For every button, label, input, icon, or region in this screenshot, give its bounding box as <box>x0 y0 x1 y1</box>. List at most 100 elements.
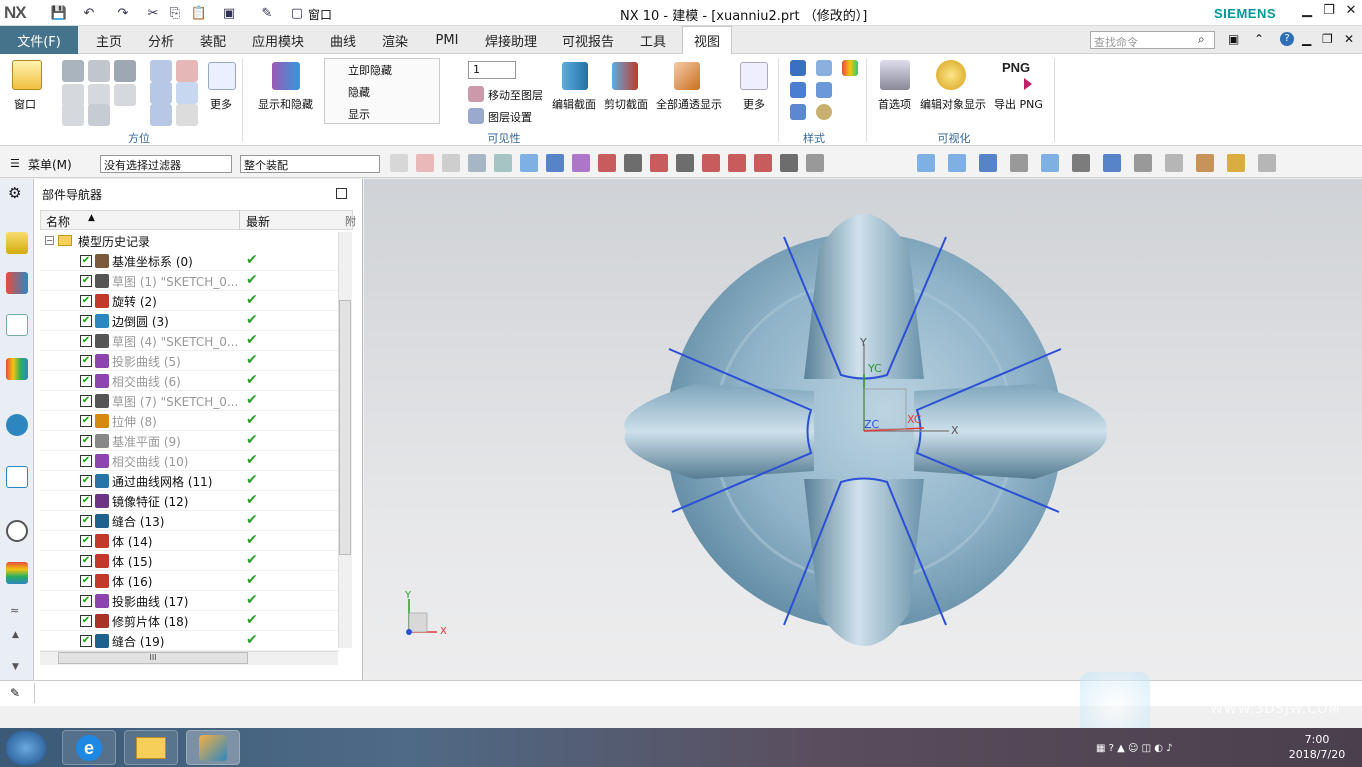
constraint-navigator-icon[interactable] <box>6 272 28 294</box>
tab-curve[interactable]: 曲线 <box>320 26 366 54</box>
tree-row[interactable]: ✔ 投影曲线 (17) ✔ <box>40 591 340 611</box>
copy-icon[interactable]: ⎘ <box>166 4 184 22</box>
quadrant-icon[interactable] <box>728 154 746 172</box>
view-left-icon[interactable] <box>62 84 84 106</box>
visibility-checkbox[interactable]: ✔ <box>80 255 92 267</box>
feature-label[interactable]: 投影曲线 (17) <box>112 593 238 610</box>
window-icon-large[interactable] <box>12 60 42 90</box>
feature-label[interactable]: 镜像特征 (12) <box>112 493 238 510</box>
feature-label[interactable]: 草图 (7) "SKETCH_0... <box>112 393 238 410</box>
more-orient-icon[interactable] <box>208 62 236 90</box>
edge-display-icon[interactable] <box>1103 154 1121 172</box>
face-select-icon[interactable] <box>520 154 538 172</box>
fit-view-icon[interactable] <box>948 154 966 172</box>
tree-row[interactable]: ✔ 修剪片体 (18) ✔ <box>40 611 340 631</box>
tree-row[interactable]: ✔ 草图 (7) "SKETCH_0... ✔ <box>40 391 340 411</box>
redo-icon[interactable]: ↷ <box>114 4 132 22</box>
hide-now-label[interactable]: 立即隐藏 <box>348 62 392 78</box>
scroll-up-icon[interactable]: ▲ <box>12 630 19 640</box>
hide-label[interactable]: 隐藏 <box>348 84 370 100</box>
existing-point-icon[interactable] <box>780 154 798 172</box>
scroll-down-icon[interactable]: ▼ <box>12 662 19 672</box>
curve-select-icon[interactable] <box>598 154 616 172</box>
layer-settings-label[interactable]: 图层设置 <box>488 109 532 125</box>
tray-icons[interactable]: ▦ ? ▲ ☺ ◫ ◐ ♪ <box>1096 743 1173 754</box>
collapse-ribbon-icon[interactable]: ⌃ <box>1254 32 1264 46</box>
pan-icon[interactable] <box>150 82 172 104</box>
feature-label[interactable]: 基准坐标系 (0) <box>112 253 238 270</box>
tree-row[interactable]: ✔ 通过曲线网格 (11) ✔ <box>40 471 340 491</box>
show-hide-label[interactable]: 显示和隐藏 <box>258 96 313 112</box>
paste-icon[interactable]: 📋 <box>190 4 208 22</box>
layer-icon[interactable] <box>1227 154 1245 172</box>
gear-icon[interactable]: ⚙ <box>8 184 21 202</box>
part-navigator-icon[interactable] <box>6 314 28 336</box>
snap-point-icon[interactable] <box>390 154 408 172</box>
edit-section-label[interactable]: 编辑截面 <box>552 96 596 112</box>
fullscreen-icon[interactable]: ▣ <box>1228 32 1239 46</box>
visibility-checkbox[interactable]: ✔ <box>80 455 92 467</box>
feature-label[interactable]: 相交曲线 (6) <box>112 373 238 390</box>
show-label[interactable]: 显示 <box>348 106 370 122</box>
clip-section-label[interactable]: 剪切截面 <box>604 96 648 112</box>
reuse-library-icon[interactable] <box>6 358 28 380</box>
body-select-icon[interactable] <box>546 154 564 172</box>
menu-button[interactable]: 菜单(M) <box>28 156 72 173</box>
style-wireframe-icon[interactable] <box>790 82 806 98</box>
tab-view[interactable]: 视图 <box>682 26 732 54</box>
box-select-icon[interactable] <box>494 154 512 172</box>
ie-taskbar-icon[interactable]: e <box>62 730 116 765</box>
visibility-checkbox[interactable]: ✔ <box>80 335 92 347</box>
col-name-header[interactable]: 名称 <box>46 213 70 230</box>
view-trimetric-icon[interactable] <box>88 104 110 126</box>
visibility-checkbox[interactable]: ✔ <box>80 375 92 387</box>
tree-row[interactable]: ✔ 草图 (1) "SKETCH_0... ✔ <box>40 271 340 291</box>
model-canvas[interactable] <box>364 179 1362 680</box>
tab-tools[interactable]: 工具 <box>630 26 676 54</box>
undo-icon[interactable]: ↶ <box>80 4 98 22</box>
edit-object-display-label[interactable]: 编辑对象显示 <box>920 96 986 112</box>
style-face-icon[interactable] <box>790 104 806 120</box>
restore-button[interactable]: ❐ <box>1318 3 1340 23</box>
horizontal-scroll-thumb[interactable]: III <box>58 652 248 664</box>
minimize-button[interactable]: ▁ <box>1296 3 1318 23</box>
refresh-view-icon[interactable] <box>979 154 997 172</box>
tree-row[interactable]: ✔ 缝合 (19) ✔ <box>40 631 340 651</box>
edge-select-icon[interactable] <box>468 154 486 172</box>
center-icon[interactable] <box>702 154 720 172</box>
select-all-icon[interactable] <box>416 154 434 172</box>
window-icon[interactable]: ▢ <box>288 4 306 22</box>
visibility-checkbox[interactable]: ✔ <box>80 415 92 427</box>
save-icon[interactable]: 💾 <box>50 4 68 22</box>
view-orient-icon[interactable] <box>917 154 935 172</box>
vertical-scroll-thumb[interactable] <box>339 300 351 555</box>
all-through-label[interactable]: 全部通透显示 <box>656 96 722 112</box>
tangent-icon[interactable] <box>624 154 642 172</box>
assembly-navigator-icon[interactable] <box>6 232 28 254</box>
info-icon[interactable] <box>6 414 28 436</box>
tree-row[interactable]: ✔ 相交曲线 (10) ✔ <box>40 451 340 471</box>
intersection-icon[interactable] <box>650 154 668 172</box>
feature-label[interactable]: 通过曲线网格 (11) <box>112 473 238 490</box>
feature-label[interactable]: 体 (16) <box>112 573 238 590</box>
view-front-icon[interactable] <box>62 60 84 82</box>
feature-label[interactable]: 边倒圆 (3) <box>112 313 238 330</box>
visibility-checkbox[interactable]: ✔ <box>80 295 92 307</box>
collapse-tree-icon[interactable]: − <box>45 236 54 245</box>
tree-row[interactable]: ✔ 基准平面 (9) ✔ <box>40 431 340 451</box>
tree-row[interactable]: ✔ 旋转 (2) ✔ <box>40 291 340 311</box>
tree-row[interactable]: ✔ 体 (16) ✔ <box>40 571 340 591</box>
feature-label[interactable]: 缝合 (13) <box>112 513 238 530</box>
visibility-checkbox[interactable]: ✔ <box>80 635 92 647</box>
repeat-command-icon[interactable]: ▣ <box>220 4 238 22</box>
visibility-checkbox[interactable]: ✔ <box>80 355 92 367</box>
model-history-label[interactable]: 模型历史记录 <box>78 233 150 250</box>
feature-label[interactable]: 体 (14) <box>112 533 238 550</box>
tree-row[interactable]: ✔ 草图 (4) "SKETCH_0... ✔ <box>40 331 340 351</box>
png-icon[interactable]: PNG <box>1002 60 1030 75</box>
feature-label[interactable]: 相交曲线 (10) <box>112 453 238 470</box>
all-through-icon[interactable] <box>674 62 700 90</box>
history-icon[interactable] <box>6 520 28 542</box>
tab-applications[interactable]: 应用模块 <box>244 26 312 54</box>
maximize-panel-icon[interactable] <box>336 188 347 199</box>
